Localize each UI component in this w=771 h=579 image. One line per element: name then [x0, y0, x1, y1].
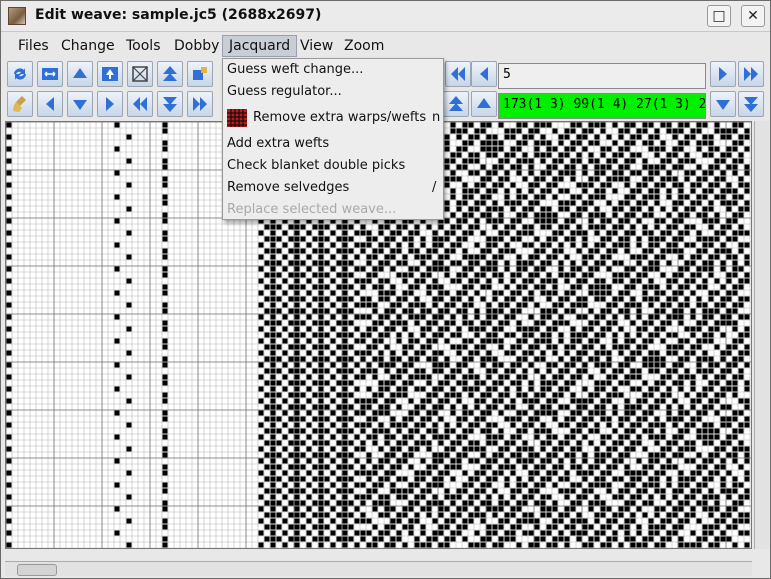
left-button[interactable]	[37, 91, 63, 117]
left-arrow-icon	[480, 67, 488, 81]
fast-up-button[interactable]	[157, 61, 183, 87]
down-button[interactable]	[67, 91, 93, 117]
fit-width-icon	[42, 68, 58, 80]
title-bar: Edit weave: sample.jc5 (2688x2697) □ ✕	[1, 1, 770, 32]
last-page-button[interactable]	[738, 61, 764, 87]
edit-weave-window: Edit weave: sample.jc5 (2688x2697) □ ✕ F…	[0, 0, 771, 579]
vertical-scrollbar[interactable]	[754, 121, 769, 549]
brush-icon	[13, 96, 26, 112]
menu-tools[interactable]: Tools	[120, 36, 167, 56]
fit-width-button[interactable]	[37, 61, 63, 87]
menu-item-check-blanket-double-picks[interactable]: Check blanket double picks	[227, 156, 405, 176]
arrow-up-icon	[477, 98, 491, 108]
menu-item-guess-weft-change[interactable]: Guess weft change...	[227, 60, 363, 80]
refresh-button[interactable]	[7, 61, 33, 87]
maximize-icon: □	[712, 8, 726, 24]
menu-item-guess-regulator[interactable]: Guess regulator...	[227, 82, 342, 102]
menu-bar: Files Change Tools Dobby Jacquard View Z…	[2, 32, 769, 59]
arrow-down-icon	[716, 100, 730, 110]
double-left-icon	[451, 67, 465, 81]
crop-button[interactable]	[127, 61, 153, 87]
refresh-icon	[14, 68, 26, 80]
menu-zoom[interactable]: Zoom	[338, 36, 390, 56]
right-arrow-icon	[719, 67, 727, 81]
arrow-down-icon	[73, 100, 87, 110]
down-button-2[interactable]	[710, 91, 736, 117]
window-title: Edit weave: sample.jc5 (2688x2697)	[35, 7, 322, 23]
double-down-icon	[163, 97, 177, 112]
close-button[interactable]: ✕	[741, 5, 765, 27]
paint-button[interactable]	[187, 61, 213, 87]
double-up-icon	[449, 96, 463, 111]
first-page-button[interactable]	[445, 61, 471, 87]
horizontal-scrollbar[interactable]	[5, 561, 752, 576]
menu-item-remove-extra-warps-wefts[interactable]: Remove extra warps/wefts	[253, 108, 426, 128]
move-up-button[interactable]	[67, 61, 93, 87]
fast-down-button[interactable]	[157, 91, 183, 117]
weave-icon	[226, 108, 248, 128]
maximize-button[interactable]: □	[707, 5, 731, 27]
menu-item-remove-selvedges[interactable]: Remove selvedges	[227, 178, 349, 198]
app-icon	[8, 7, 26, 25]
shortcut-remove-extra: n	[432, 110, 441, 125]
arrow-right-icon	[106, 97, 114, 111]
prev-page-button[interactable]	[471, 61, 497, 87]
menu-files[interactable]: Files	[12, 36, 55, 56]
arrow-left-icon	[46, 97, 54, 111]
fast-down-button-2[interactable]	[738, 91, 764, 117]
menu-item-replace-selected-weave: Replace selected weave...	[227, 202, 397, 217]
fast-right-button[interactable]	[187, 91, 213, 117]
weft-sequence-field[interactable]: 173(1 3) 99(1 4) 27(1 3) 238(1	[498, 93, 706, 119]
fast-left-button[interactable]	[127, 91, 153, 117]
brush-button[interactable]	[7, 91, 33, 117]
horizontal-scroll-thumb[interactable]	[17, 564, 57, 576]
jacquard-menu: Guess weft change... Guess regulator... …	[222, 58, 444, 220]
menu-jacquard[interactable]: Jacquard	[222, 35, 298, 57]
menu-view[interactable]: View	[294, 36, 339, 56]
close-icon: ✕	[747, 8, 759, 24]
page-number-field[interactable]: 5	[498, 63, 706, 89]
shortcut-remove-selvedges: /	[432, 180, 437, 195]
double-down-icon	[744, 97, 758, 112]
double-left-icon	[133, 97, 147, 111]
right-button[interactable]	[97, 91, 123, 117]
crop-icon	[132, 66, 148, 82]
top-button[interactable]	[97, 61, 123, 87]
menu-change[interactable]: Change	[55, 36, 121, 56]
double-right-icon	[193, 97, 207, 111]
up-button-2[interactable]	[471, 91, 497, 117]
double-right-icon	[744, 67, 758, 81]
menu-item-add-extra-wefts[interactable]: Add extra wefts	[227, 134, 329, 154]
jump-top-icon	[102, 67, 118, 81]
double-up-icon	[163, 66, 177, 81]
fast-up-button-2[interactable]	[443, 91, 469, 117]
menu-dobby[interactable]: Dobby	[168, 36, 225, 56]
arrow-up-icon	[73, 68, 87, 78]
paint-icon	[193, 67, 207, 80]
next-page-button[interactable]	[710, 61, 736, 87]
